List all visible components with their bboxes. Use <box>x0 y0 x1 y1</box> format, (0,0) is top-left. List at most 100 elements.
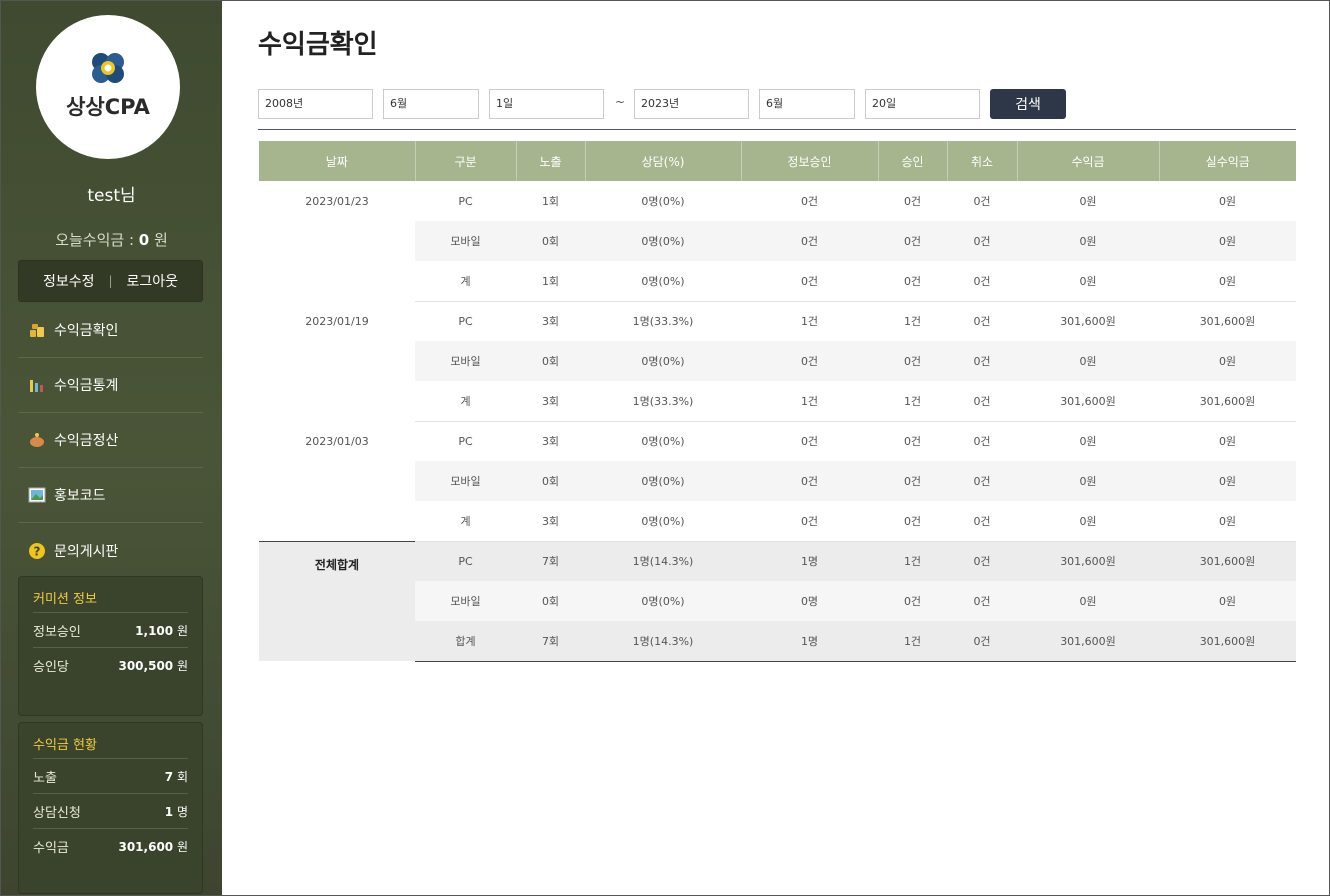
table-cell: PC <box>415 181 516 221</box>
username: test님 <box>87 186 136 206</box>
table-cell: 0원 <box>1017 181 1159 221</box>
total-label-cell: 전체합계 <box>259 540 415 661</box>
table-row: 모바일 0회 0명(0%) 0건 0건 0건 0원 0원 <box>259 341 1296 381</box>
column-header: 구분 <box>415 141 517 181</box>
sidebar-item-promo-code[interactable]: 홍보코드 <box>18 468 203 523</box>
logo-mark-icon <box>92 53 124 83</box>
table-cell: 0명(0%) <box>585 421 741 461</box>
date-cell: 2023/01/03 <box>259 421 415 541</box>
date-range-tilde: ~ <box>615 95 626 109</box>
sidebar-item-inquiry-board[interactable]: ? 문의게시판 <box>18 523 203 578</box>
commission-label: 정보승인 <box>33 624 81 640</box>
sidebar-item-earnings-stats[interactable]: 수익금통계 <box>18 358 203 413</box>
table-cell: 모바일 <box>415 221 516 261</box>
table-cell: 0건 <box>947 301 1017 341</box>
help-icon: ? <box>29 542 45 559</box>
table-cell: 0건 <box>741 501 878 542</box>
date-cell: 2023/01/23 <box>259 181 415 301</box>
sidebar-item-label: 수익금정산 <box>54 433 119 449</box>
sidebar-item-earnings-check[interactable]: 수익금확인 <box>18 303 203 358</box>
table-cell: 301,600원 <box>1159 381 1296 422</box>
edit-profile-link[interactable]: 정보수정 <box>43 271 95 291</box>
svg-text:?: ? <box>34 544 41 558</box>
table-cell: 1명 <box>741 540 878 581</box>
table-row: 계 3회 1명(33.3%) 1건 1건 0건 301,600원 301,600원 <box>259 381 1296 422</box>
column-header: 실수익금 <box>1159 141 1296 181</box>
table-cell: 0건 <box>947 261 1017 302</box>
table-cell: 0건 <box>947 421 1017 461</box>
commission-row: 정보승인 1,100 원 <box>33 613 188 648</box>
table-cell: 1회 <box>516 181 585 221</box>
from-day-select[interactable]: 1일 <box>489 89 604 119</box>
column-header: 승인 <box>878 141 948 181</box>
table-row: 전체합계 PC 7회 1명(14.3%) 1명 1건 0건 301,600원 301,600원 <box>259 540 1296 661</box>
table-cell: 301,600원 <box>1017 381 1159 422</box>
sidebar-item-earnings-settlement[interactable]: 수익금정산 <box>18 413 203 468</box>
from-month-select[interactable]: 6월 <box>383 89 479 119</box>
divider <box>258 129 1296 130</box>
from-year-select[interactable]: 2008년 <box>258 89 373 119</box>
to-day-select[interactable]: 20일 <box>865 89 980 119</box>
table-row: 합계 7회 1명(14.3%) 1명 1건 0건 301,600원 301,600원 <box>259 621 1296 662</box>
table-cell: 1건 <box>878 621 947 662</box>
search-button[interactable]: 검색 <box>990 89 1066 119</box>
table-cell: 1건 <box>878 540 947 581</box>
earnings-status-label: 수익금 <box>33 841 69 856</box>
table-cell: 1명(33.3%) <box>585 381 741 422</box>
bar-chart-icon <box>30 380 43 392</box>
table-cell: 3회 <box>516 301 585 341</box>
table-cell: 301,600원 <box>1017 301 1159 341</box>
table-cell: 0원 <box>1159 421 1296 461</box>
table-cell: 0원 <box>1159 341 1296 381</box>
sidebar-item-label: 문의게시판 <box>54 543 119 560</box>
table-cell: 0건 <box>947 501 1017 542</box>
account-box: 정보수정 | 로그아웃 <box>18 260 203 302</box>
table-cell: 0건 <box>947 461 1017 501</box>
today-earnings: 오늘수익금 : 0 원 <box>1 229 222 250</box>
table-cell: 0명(0%) <box>585 221 741 261</box>
earnings-status-panel: 수익금 현황 노출 7 회 상담신청 1 명 수익금 301,600 원 <box>18 722 203 894</box>
table-cell: PC <box>415 301 516 341</box>
table-cell: 모바일 <box>415 581 516 621</box>
table-cell: 0원 <box>1017 581 1159 621</box>
commission-value: 1,100 원 <box>135 623 188 638</box>
logout-link[interactable]: 로그아웃 <box>127 271 179 291</box>
date-cell: 2023/01/19 <box>259 301 415 421</box>
table-cell: 0원 <box>1017 261 1159 302</box>
earnings-status-title: 수익금 현황 <box>33 723 188 759</box>
table-cell: 0명(0%) <box>585 501 741 542</box>
today-earnings-value: 0 <box>138 231 150 249</box>
table-cell: 301,600원 <box>1017 621 1159 662</box>
table-cell: 0건 <box>947 540 1017 581</box>
today-earnings-label: 오늘수익금 : <box>55 231 139 249</box>
table-cell: 계 <box>415 501 516 542</box>
table-cell: 0건 <box>878 341 947 381</box>
table-row: 계 1회 0명(0%) 0건 0건 0건 0원 0원 <box>259 261 1296 302</box>
table-cell: 0건 <box>741 221 878 261</box>
earnings-status-label: 노출 <box>33 770 57 786</box>
table-cell: 1회 <box>516 261 585 302</box>
table-cell: 0명(0%) <box>585 581 741 621</box>
to-year-select[interactable]: 2023년 <box>634 89 749 119</box>
table-cell: 301,600원 <box>1159 540 1296 581</box>
table-cell: 0명(0%) <box>585 181 741 221</box>
table-cell: 1명 <box>741 621 878 662</box>
table-cell: 1건 <box>741 381 878 422</box>
table-cell: PC <box>415 421 516 461</box>
brand-logo[interactable]: 상상CPA <box>36 15 180 159</box>
table-header-row: 날짜 구분 노출 상담(%) 정보승인 승인 취소 수익금 실수익금 <box>259 141 1296 181</box>
table-row: 계 3회 0명(0%) 0건 0건 0건 0원 0원 <box>259 501 1296 542</box>
commission-panel: 커미션 정보 정보승인 1,100 원 승인당 300,500 원 <box>18 576 203 716</box>
table-cell: 0건 <box>741 341 878 381</box>
table-cell: 0원 <box>1159 261 1296 302</box>
table-cell: 301,600원 <box>1159 301 1296 341</box>
to-month-select[interactable]: 6월 <box>759 89 855 119</box>
table-cell: 0건 <box>741 261 878 302</box>
table-cell: 0회 <box>516 581 585 621</box>
coins-icon <box>30 324 44 337</box>
table-cell: 0건 <box>878 581 947 621</box>
table-cell: 0원 <box>1159 501 1296 542</box>
table-cell: 0건 <box>947 621 1017 662</box>
column-header: 노출 <box>516 141 586 181</box>
sidebar-item-label: 수익금확인 <box>54 323 119 339</box>
